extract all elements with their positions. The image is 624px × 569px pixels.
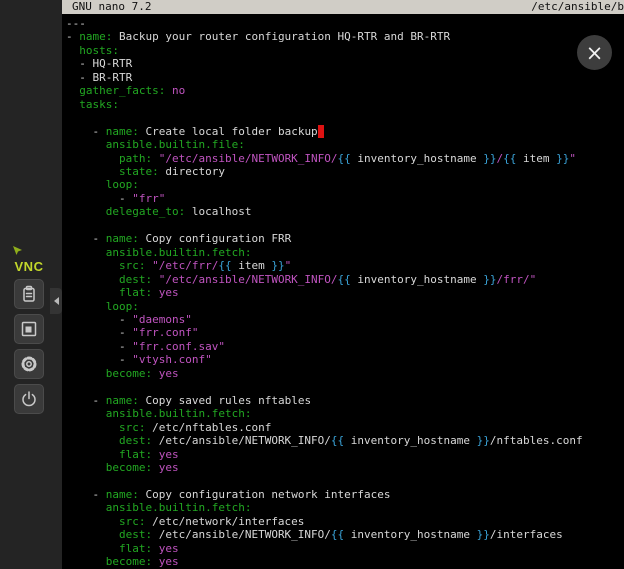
close-button[interactable]: ×	[577, 35, 612, 70]
editor-line: become: yes	[66, 461, 624, 474]
editor-line: ---	[66, 17, 624, 30]
text-cursor	[318, 125, 325, 138]
power-button[interactable]	[14, 384, 44, 414]
terminal-screen[interactable]: GNU nano 7.2 /etc/ansible/b ---- name: B…	[62, 0, 624, 569]
novnc-sidebar: VNC	[0, 0, 62, 569]
editor-line: loop:	[66, 300, 624, 313]
editor-line: tasks:	[66, 98, 624, 111]
logo-cursor-icon	[12, 245, 24, 257]
editor-line	[66, 474, 624, 487]
nano-version: GNU nano 7.2	[62, 0, 151, 14]
nano-titlebar: GNU nano 7.2 /etc/ansible/b	[62, 0, 624, 14]
editor-line: flat: yes	[66, 448, 624, 461]
editor-line: - "frr.conf.sav"	[66, 340, 624, 353]
editor-line: hosts:	[66, 44, 624, 57]
editor-line: ansible.builtin.fetch:	[66, 407, 624, 420]
editor-line: src: /etc/nftables.conf	[66, 421, 624, 434]
editor-line: src: "/etc/frr/{{ item }}"	[66, 259, 624, 272]
editor-line	[66, 380, 624, 393]
close-icon: ×	[586, 41, 604, 65]
editor-line: - name: Copy configuration network inter…	[66, 488, 624, 501]
editor-line: - HQ-RTR	[66, 57, 624, 70]
editor-line: dest: "/etc/ansible/NETWORK_INFO/{{ inve…	[66, 273, 624, 286]
editor-line: - name: Copy configuration FRR	[66, 232, 624, 245]
editor-line: src: /etc/network/interfaces	[66, 515, 624, 528]
editor-line	[66, 111, 624, 124]
control-bar-handle[interactable]	[50, 288, 62, 314]
editor-line: - name: Create local folder backup	[66, 125, 624, 138]
editor-line: ansible.builtin.file:	[66, 138, 624, 151]
clipboard-button[interactable]	[14, 279, 44, 309]
editor-line: - "vtysh.conf"	[66, 353, 624, 366]
editor-line: - name: Backup your router configuration…	[66, 30, 624, 43]
fullscreen-button[interactable]	[14, 314, 44, 344]
editor-line: become: yes	[66, 367, 624, 380]
page: { "window": { "close_button": "×" }, "si…	[0, 0, 624, 569]
logo-text: VNC	[9, 259, 49, 274]
editor-line: - BR-RTR	[66, 71, 624, 84]
chevron-left-icon	[54, 297, 59, 305]
editor-line: ansible.builtin.fetch:	[66, 501, 624, 514]
editor-line: state: directory	[66, 165, 624, 178]
power-icon	[19, 389, 39, 409]
editor-lines: ---- name: Backup your router configurat…	[62, 14, 624, 569]
editor-line: - name: Copy saved rules nftables	[66, 394, 624, 407]
editor-line: become: yes	[66, 555, 624, 568]
novnc-logo: VNC	[9, 244, 49, 274]
editor-line: delegate_to: localhost	[66, 205, 624, 218]
editor-line: flat: yes	[66, 542, 624, 555]
settings-button[interactable]	[14, 349, 44, 379]
editor-line: - "frr.conf"	[66, 326, 624, 339]
fullscreen-icon	[19, 319, 39, 339]
nano-filename: /etc/ansible/b	[531, 0, 624, 14]
editor-line: - "daemons"	[66, 313, 624, 326]
gear-icon	[19, 354, 39, 374]
editor-line: ansible.builtin.fetch:	[66, 246, 624, 259]
editor-line	[66, 219, 624, 232]
clipboard-icon	[19, 284, 39, 304]
editor-line: gather_facts: no	[66, 84, 624, 97]
editor-line: path: "/etc/ansible/NETWORK_INFO/{{ inve…	[66, 152, 624, 165]
editor-line: dest: /etc/ansible/NETWORK_INFO/{{ inven…	[66, 528, 624, 541]
editor-line: dest: /etc/ansible/NETWORK_INFO/{{ inven…	[66, 434, 624, 447]
editor-line: - "frr"	[66, 192, 624, 205]
editor-line: flat: yes	[66, 286, 624, 299]
novnc-control-bar: VNC	[6, 244, 52, 414]
editor-line: loop:	[66, 178, 624, 191]
